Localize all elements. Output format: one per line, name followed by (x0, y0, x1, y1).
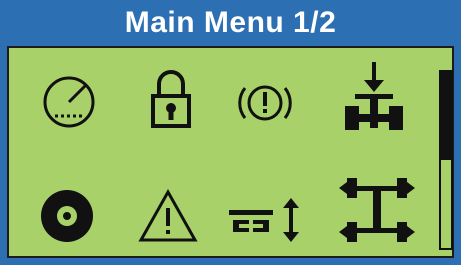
axle-lift-icon[interactable] (227, 196, 307, 244)
padlock-icon[interactable] (149, 68, 193, 132)
warning-triangle-icon[interactable] (137, 188, 199, 244)
axle-load-icon[interactable] (339, 62, 409, 134)
scrollbar-thumb[interactable] (441, 72, 451, 160)
scrollbar[interactable] (439, 70, 453, 250)
menu-screen (7, 46, 454, 258)
main-menu-window: Main Menu 1/2 (0, 0, 461, 265)
gauge-icon[interactable] (39, 72, 99, 132)
menu-title: Main Menu 1/2 (0, 0, 461, 46)
brake-warning-icon[interactable] (237, 78, 293, 128)
tire-icon[interactable] (39, 188, 95, 244)
axle-config-icon[interactable] (339, 172, 415, 248)
